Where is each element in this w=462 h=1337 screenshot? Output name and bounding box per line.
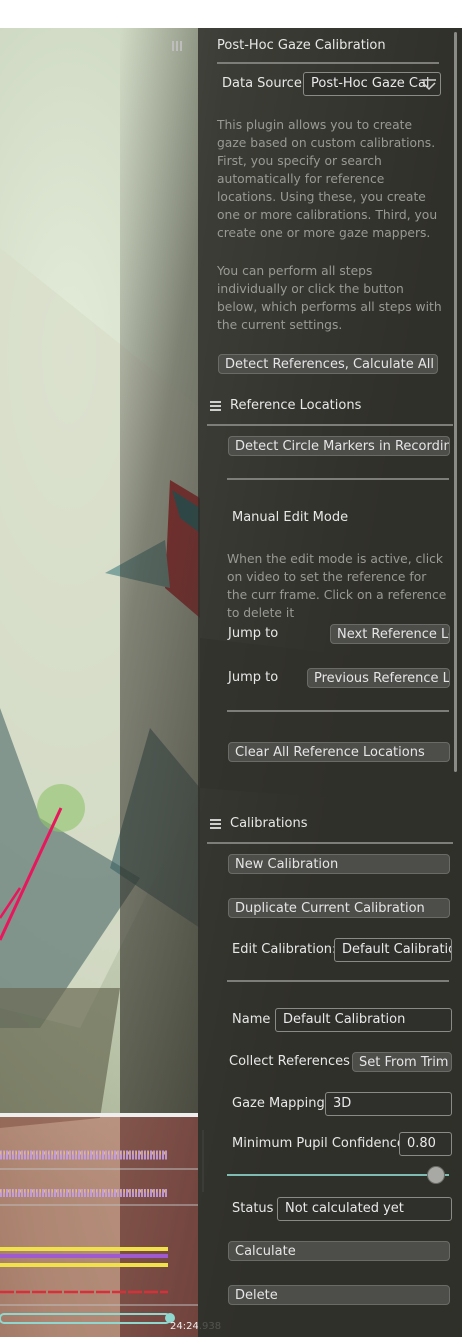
timeline-panel: 24:24.938 [0,1113,221,1337]
status-field: Not calculated yet [277,1197,452,1221]
next-reference-button[interactable]: Next Reference Loc [330,624,450,644]
data-source-select[interactable]: Post-Hoc Gaze Cal [303,72,441,96]
min-pupil-confidence-label: Minimum Pupil Confidence [232,1136,405,1151]
collect-references-label: Collect References i [229,1054,358,1069]
delete-button[interactable]: Delete [228,1285,450,1305]
previous-reference-button[interactable]: Previous Reference Loc [307,668,450,688]
reference-locations-header[interactable]: Reference Locations [230,398,361,413]
calculate-button[interactable]: Calculate [228,1241,450,1261]
set-from-trim-button[interactable]: Set From Trim M [352,1052,452,1072]
data-source-label: Data Source [222,76,302,91]
name-field[interactable]: Default Calibration [275,1008,452,1032]
gaze-mapping-label: Gaze Mapping [232,1096,325,1111]
detect-circle-markers-button[interactable]: Detect Circle Markers in Recording [228,436,450,456]
confidence-slider-track[interactable] [227,1174,449,1176]
detect-all-button[interactable]: Detect References, Calculate All Calib [218,354,438,374]
window-top-bar [0,0,462,28]
divider [207,424,453,426]
clear-reference-locations-button[interactable]: Clear All Reference Locations [228,742,450,762]
hamburger-icon[interactable] [210,819,221,829]
divider [227,710,449,712]
playhead-track[interactable] [0,1313,171,1324]
divider [227,478,449,480]
plugin-description-2: You can perform all steps individually o… [217,264,442,332]
vertical-bars-icon[interactable] [170,38,184,57]
timeline-plots [0,1150,198,1324]
manual-edit-mode-toggle[interactable]: Manual Edit Mode [232,510,348,525]
confidence-slider-knob[interactable] [426,1166,445,1184]
edit-calibration-label: Edit Calibration: [232,942,337,957]
hamburger-icon[interactable] [210,401,221,411]
divider [227,980,449,982]
plugin-description: This plugin allows you to create gaze ba… [217,118,438,240]
new-calibration-button[interactable]: New Calibration [228,854,450,874]
manual-edit-description: When the edit mode is active, click on v… [227,552,447,620]
calibrations-header[interactable]: Calibrations [230,816,308,831]
gaze-mapping-select[interactable]: 3D [325,1092,452,1116]
data-source-value: Post-Hoc Gaze Cal [311,76,430,91]
name-label: Name [232,1012,271,1027]
status-label: Status [232,1201,274,1216]
duplicate-calibration-button[interactable]: Duplicate Current Calibration [228,898,450,918]
min-pupil-confidence-field[interactable]: 0.80 [399,1132,452,1156]
panel-title: Post-Hoc Gaze Calibration [217,38,386,53]
sidebar-scrollbar[interactable] [454,32,457,772]
edit-calibration-select[interactable]: Default Calibration [334,938,452,962]
divider [217,62,439,64]
jump-to-label: Jump to [228,626,279,641]
gaze-line [0,807,63,941]
divider [207,842,453,844]
dropdown-arrow-icon [421,77,437,95]
jump-to-label-2: Jump to [228,670,279,685]
